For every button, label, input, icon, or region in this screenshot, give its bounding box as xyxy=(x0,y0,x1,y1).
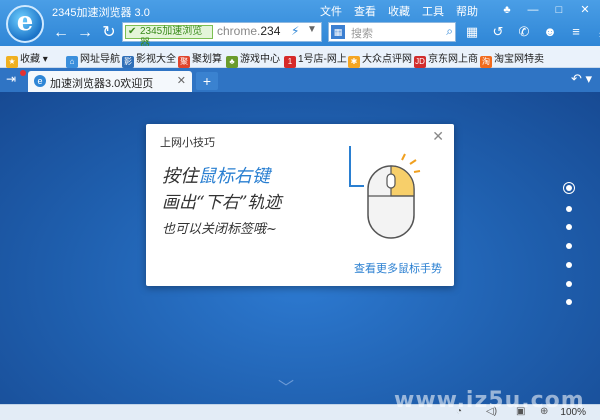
nav-icon: ⌂ xyxy=(66,56,78,68)
search-icon[interactable]: ⌕ xyxy=(446,24,453,39)
tab-close-icon[interactable]: ✕ xyxy=(177,74,186,87)
page-dot[interactable] xyxy=(566,206,572,212)
bookmark-game[interactable]: ♣ 游戏中心 xyxy=(226,50,280,68)
logo-e-icon: e xyxy=(16,7,34,37)
bookmark-label: 淘宝网特卖 xyxy=(494,54,544,65)
bookmarks-bar: ★ 收藏 ▾ ⌂ 网址导航 影影视大全 聚聚划算 ♣ 游戏中心 1 1号店-网上 ✱ 大众… xyxy=(0,46,600,68)
jd-icon: JD xyxy=(414,56,426,68)
chevron-down-icon[interactable]: ▼ xyxy=(307,24,317,35)
more-gestures-link[interactable]: 查看更多鼠标手势 xyxy=(354,260,442,276)
browser-logo[interactable]: e xyxy=(6,5,44,43)
sidebar-toggle-icon[interactable]: ⇥ xyxy=(6,72,16,86)
watermark: www.iz5u.com xyxy=(394,388,585,413)
back-button[interactable]: ← xyxy=(50,23,72,43)
bookmark-label: 聚划算 xyxy=(192,54,222,65)
closed-tabs-icon[interactable]: ↶ ▾ xyxy=(571,71,592,87)
bookmark-label: 1号店-网上 xyxy=(298,54,347,65)
new-tab-button[interactable]: + xyxy=(196,72,218,90)
bookmark-yhd[interactable]: 1 1号店-网上 xyxy=(284,50,347,68)
page-dot[interactable] xyxy=(566,281,572,287)
grid-icon[interactable]: ▦ xyxy=(462,23,482,41)
url-prefix: chrome. xyxy=(217,24,261,38)
maximize-icon[interactable]: □ xyxy=(548,2,570,18)
yhd-icon: 1 xyxy=(284,56,296,68)
menu-favorites[interactable]: 收藏 xyxy=(388,3,410,19)
video-icon: 影 xyxy=(122,56,134,68)
bookmark-label: 收藏 xyxy=(20,54,40,65)
tab-bar: ⇥ e 加速浏览器3.0欢迎页 ✕ + ↶ ▾ xyxy=(0,68,600,92)
refresh-button[interactable]: ↻ xyxy=(98,23,120,43)
forward-button[interactable]: → xyxy=(74,23,96,43)
undo-icon[interactable]: ↺ xyxy=(488,23,508,41)
user-icon[interactable]: ☻ xyxy=(540,23,560,41)
search-box[interactable]: ▦ 搜索 ⌕ xyxy=(328,22,456,42)
mouse-right-click-icon xyxy=(349,146,421,239)
url-text[interactable]: chrome.234 xyxy=(217,24,287,38)
scroll-down-icon[interactable]: ﹀ xyxy=(278,374,294,398)
url-rest: 234 xyxy=(260,24,281,38)
page-dot[interactable] xyxy=(566,224,572,230)
menu-view[interactable]: 查看 xyxy=(354,3,376,19)
tip-highlight: 鼠标右键 xyxy=(198,166,270,187)
menu-help[interactable]: 帮助 xyxy=(456,3,478,19)
dianping-icon: ✱ xyxy=(348,56,360,68)
bookmark-label: 京东网上商 xyxy=(428,54,478,65)
tip-line-2: 画出“下右”轨迹 xyxy=(162,193,282,213)
page-dot[interactable] xyxy=(566,299,572,305)
title-bar: e 2345加速浏览器 3.0 文件 查看 收藏 工具 帮助 ♣ — □ ✕ ←… xyxy=(0,0,600,49)
tab-welcome[interactable]: e 加速浏览器3.0欢迎页 ✕ xyxy=(28,71,192,92)
address-bar[interactable]: ✔ 2345加速浏览器 chrome.234 ⚡ ▼ xyxy=(122,22,322,49)
dialog-close-icon[interactable]: ✕ xyxy=(432,128,444,145)
menu-tools[interactable]: 工具 xyxy=(422,3,444,19)
skin-icon[interactable]: ♣ xyxy=(496,2,518,18)
lightning-icon[interactable]: ⚡ xyxy=(291,24,299,38)
tips-dialog: 上网小技巧 ✕ 按住鼠标右键 画出“下右”轨迹 也可以关闭标签哦~ 查看更多鼠标… xyxy=(146,124,454,286)
bookmark-dianping[interactable]: ✱ 大众点评网 xyxy=(348,50,412,68)
bookmark-label: 大众点评网 xyxy=(362,54,412,65)
page-dot[interactable] xyxy=(566,243,572,249)
bookmark-nav[interactable]: ⌂ 网址导航 xyxy=(66,50,120,68)
tip-text: 按住 xyxy=(162,166,198,187)
close-icon[interactable]: ✕ xyxy=(574,2,596,18)
menu-icon[interactable]: ≡ xyxy=(566,23,586,41)
page-dot[interactable] xyxy=(566,262,572,268)
tip-line-1: 按住鼠标右键 xyxy=(162,162,270,188)
bookmark-label: 网址导航 xyxy=(80,54,120,65)
bookmark-taobao[interactable]: 淘淘宝网特卖 xyxy=(480,50,544,68)
toolbar-icons: ▦ ↺ ✆ ☻ ≡ ⤓ xyxy=(462,23,600,41)
ju-icon: 聚 xyxy=(178,56,190,68)
tip-line-3: 也可以关闭标签哦~ xyxy=(162,222,277,237)
bookmark-jd[interactable]: JD 京东网上商 xyxy=(414,50,478,68)
tips-title: 上网小技巧 xyxy=(160,137,215,149)
window-title: 2345加速浏览器 3.0 xyxy=(52,7,150,19)
window-controls: ♣ — □ ✕ xyxy=(496,2,596,18)
ssl-badge[interactable]: ✔ 2345加速浏览器 xyxy=(125,25,213,49)
menu-bar: 文件 查看 收藏 工具 帮助 xyxy=(320,3,478,19)
star-icon: ★ xyxy=(6,56,18,68)
bookmark-label: 游戏中心 xyxy=(240,54,280,65)
download-icon[interactable]: ⤓ xyxy=(592,23,600,41)
game-icon: ♣ xyxy=(226,56,238,68)
bookmark-video[interactable]: 影影视大全 xyxy=(122,50,176,68)
bookmark-ju[interactable]: 聚聚划算 xyxy=(178,50,222,68)
minimize-icon[interactable]: — xyxy=(522,2,544,18)
browser-tab-icon: e xyxy=(34,75,46,87)
menu-file[interactable]: 文件 xyxy=(320,3,342,19)
search-input[interactable]: 搜索 xyxy=(351,25,373,41)
welcome-page: 上网小技巧 ✕ 按住鼠标右键 画出“下右”轨迹 也可以关闭标签哦~ 查看更多鼠标… xyxy=(0,92,600,404)
tab-title: 加速浏览器3.0欢迎页 xyxy=(50,78,154,90)
bookmark-label: 影视大全 xyxy=(136,54,176,65)
search-engine-icon[interactable]: ▦ xyxy=(331,25,345,39)
taobao-icon: 淘 xyxy=(480,56,492,68)
phone-icon[interactable]: ✆ xyxy=(514,23,534,41)
shield-check-icon: ✔ xyxy=(128,26,137,37)
notification-dot xyxy=(20,70,26,76)
page-dot[interactable] xyxy=(566,185,572,191)
bookmark-favorites[interactable]: ★ 收藏 ▾ xyxy=(6,50,48,68)
